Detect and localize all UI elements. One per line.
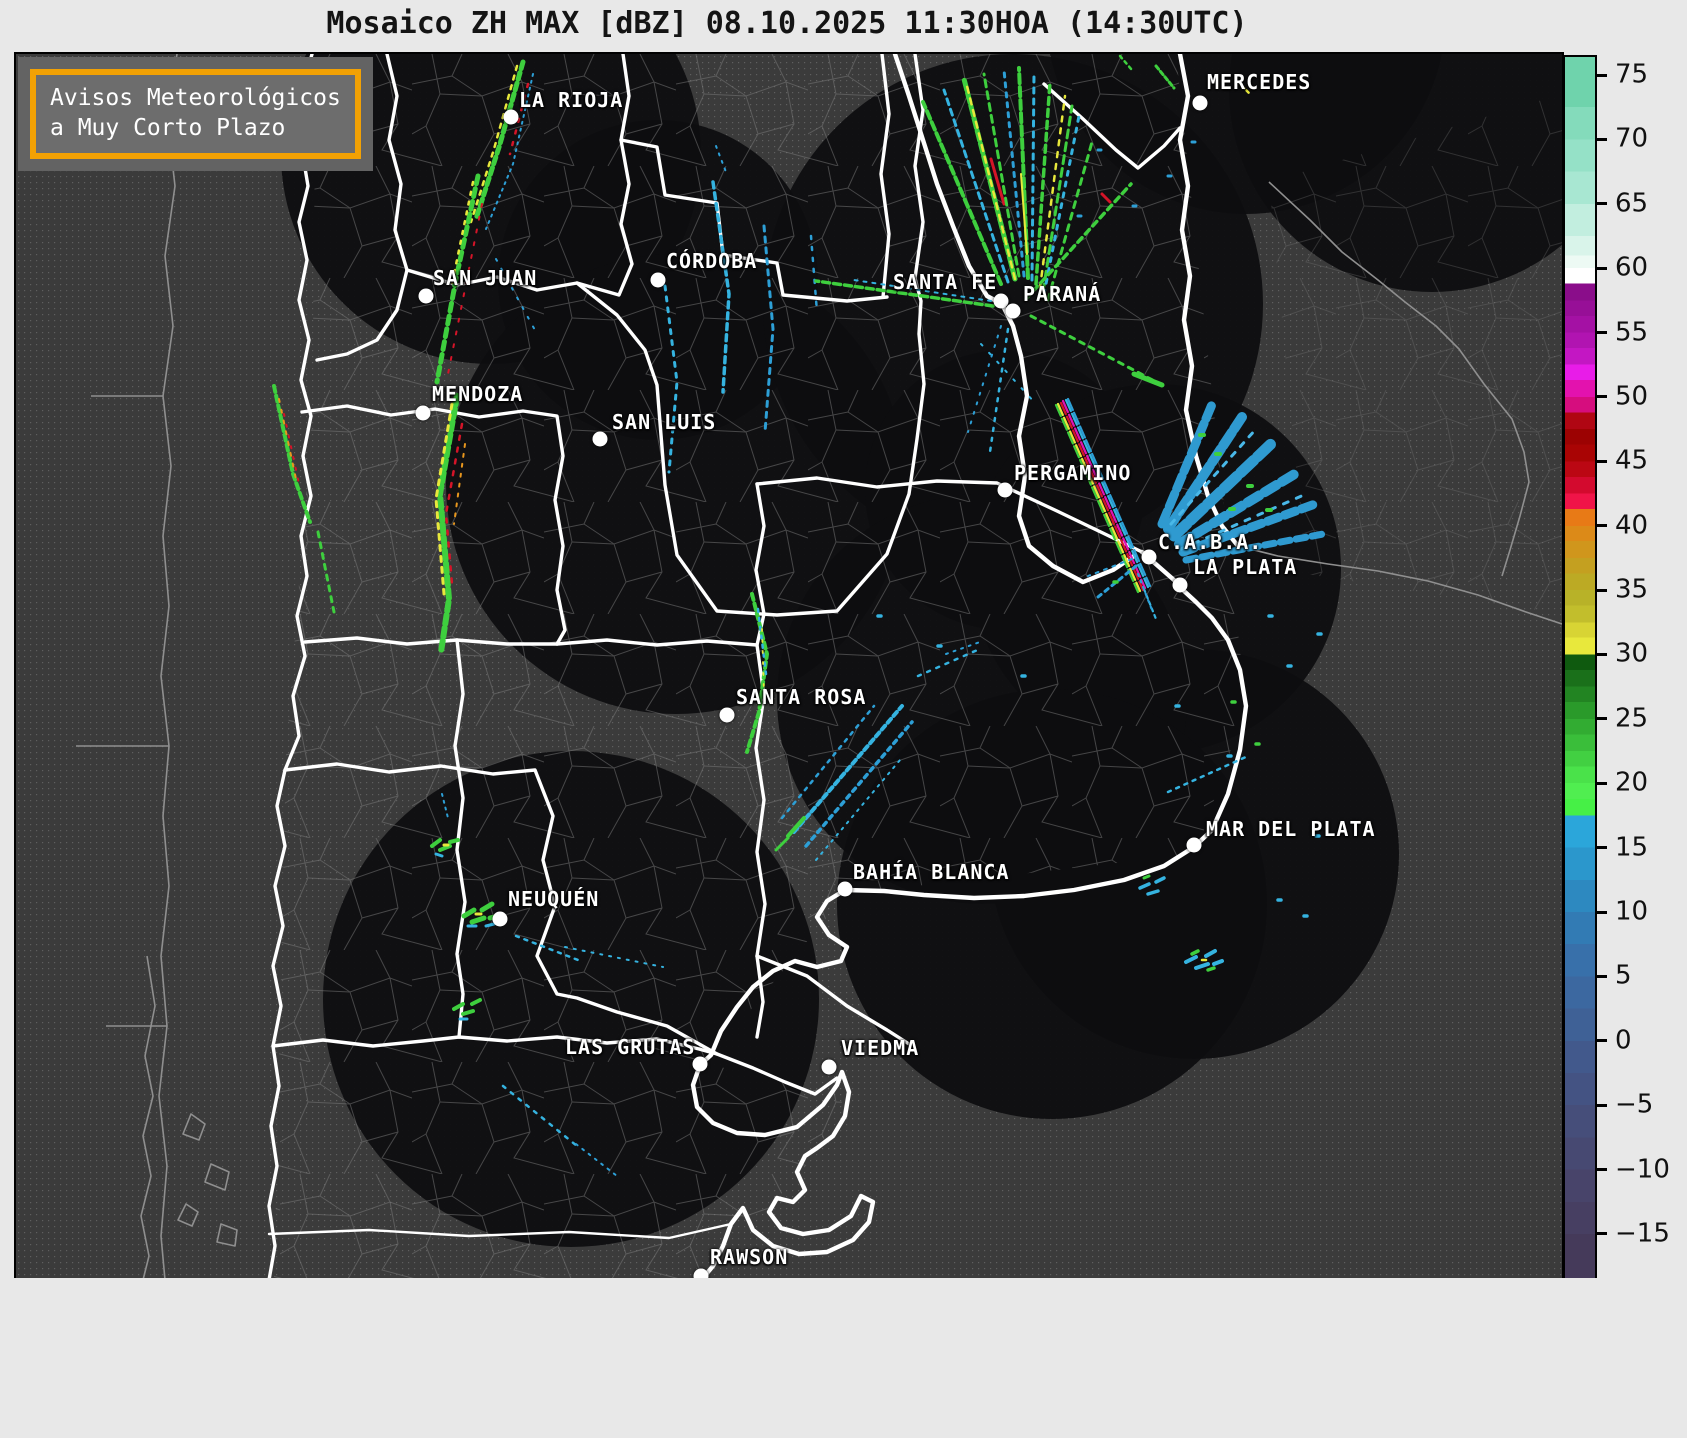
city-label-c-rdoba: CÓRDOBA	[666, 249, 758, 273]
footer-logos: Servicio Meteorológico Nacional Argentin…	[0, 1278, 1687, 1438]
colorbar-tick-70	[1597, 137, 1607, 141]
city-marker-c-a-b-a	[1141, 549, 1157, 565]
colorbar-tick-5	[1597, 974, 1607, 978]
city-marker-bah-a-blanca	[837, 881, 853, 897]
colorbar-label-25: 25	[1615, 703, 1649, 734]
city-marker-santa-rosa	[719, 707, 735, 723]
colorbar-label-30: 30	[1615, 638, 1649, 669]
city-marker-viedma	[821, 1059, 837, 1075]
city-label-san-juan: SAN JUAN	[433, 266, 538, 290]
city-label-neuqu-n: NEUQUÉN	[508, 887, 600, 911]
city-marker-san-juan	[418, 288, 434, 304]
colorbar-tick-20	[1597, 781, 1607, 785]
colorbar-label-5: 5	[1615, 960, 1632, 991]
colorbar-tick--10	[1597, 1168, 1607, 1172]
city-layer: LA RIOJA MERCEDES SAN JUAN CÓRDOBA SANTA FE P…	[16, 54, 1562, 1284]
colorbar-label--15: −15	[1615, 1218, 1670, 1249]
colorbar-tick--5	[1597, 1103, 1607, 1107]
city-label-paran: PARANÁ	[1023, 282, 1102, 306]
city-label-santa-fe: SANTA FE	[893, 270, 998, 294]
colorbar-label-40: 40	[1615, 510, 1649, 541]
colorbar-tick-45	[1597, 459, 1607, 463]
colorbar-tick-40	[1597, 524, 1607, 528]
city-marker-mercedes	[1192, 95, 1208, 111]
colorbar-tick-30	[1597, 652, 1607, 656]
colorbar-label-50: 50	[1615, 381, 1649, 412]
colorbar-label-60: 60	[1615, 252, 1649, 283]
colorbar-tick-25	[1597, 717, 1607, 721]
colorbar-tick-65	[1597, 202, 1607, 206]
colorbar-label--5: −5	[1615, 1089, 1654, 1120]
city-label-mar-del-plata: MAR DEL PLATA	[1206, 817, 1376, 841]
city-marker-pergamino	[997, 482, 1013, 498]
city-marker-paran	[1005, 303, 1021, 319]
radar-map: LA RIOJA MERCEDES SAN JUAN CÓRDOBA SANTA FE P…	[14, 52, 1564, 1284]
colorbar-label--10: −10	[1615, 1153, 1670, 1184]
warning-banner-frame: Avisos Meteorológicos a Muy Corto Plazo	[30, 69, 361, 159]
city-label-c-a-b-a: C.A.B.A.	[1158, 530, 1263, 554]
colorbar-tick-0	[1597, 1039, 1607, 1043]
radar-product-page: { "title": "Mosaico ZH MAX [dBZ] 08.10.2…	[0, 0, 1687, 1438]
colorbar-label-70: 70	[1615, 123, 1649, 154]
colorbar-tick-60	[1597, 266, 1607, 270]
city-label-rawson: RAWSON	[710, 1245, 789, 1269]
city-label-la-plata: LA PLATA	[1193, 555, 1298, 579]
colorbar-tick-15	[1597, 846, 1607, 850]
city-marker-neuqu-n	[492, 911, 508, 927]
city-marker-c-rdoba	[650, 272, 666, 288]
colorbar-label-15: 15	[1615, 832, 1649, 863]
colorbar-label-10: 10	[1615, 896, 1649, 927]
colorbar-label-0: 0	[1615, 1025, 1632, 1056]
colorbar-tick-75	[1597, 73, 1607, 77]
colorbar-tick-35	[1597, 588, 1607, 592]
city-label-viedma: VIEDMA	[841, 1036, 920, 1060]
colorbar-label-20: 20	[1615, 767, 1649, 798]
city-marker-la-plata	[1172, 577, 1188, 593]
colorbar-tick--15	[1597, 1232, 1607, 1236]
city-label-pergamino: PERGAMINO	[1014, 461, 1132, 485]
colorbar-label-45: 45	[1615, 445, 1649, 476]
colorbar-label-65: 65	[1615, 188, 1649, 219]
city-label-mendoza: MENDOZA	[432, 382, 524, 406]
city-label-la-rioja: LA RIOJA	[519, 88, 624, 112]
page-title: Mosaico ZH MAX [dBZ] 08.10.2025 11:30HOA…	[326, 6, 1248, 41]
city-label-bah-a-blanca: BAHÍA BLANCA	[853, 860, 1010, 884]
city-label-san-luis: SAN LUIS	[612, 410, 717, 434]
city-label-las-grutas: LAS GRUTAS	[565, 1035, 696, 1059]
colorbar-label-35: 35	[1615, 574, 1649, 605]
reflectivity-colorbar: 75 70 65 60 55 50 45 40 35 30 25 20 15 10 5 0 −5 −10 −15	[1563, 55, 1670, 1281]
city-marker-la-rioja	[503, 109, 519, 125]
colorbar-label-55: 55	[1615, 316, 1649, 347]
colorbar-tick-10	[1597, 910, 1607, 914]
colorbar-tick-55	[1597, 331, 1607, 335]
colorbar-tick-50	[1597, 395, 1607, 399]
city-marker-mar-del-plata	[1186, 837, 1202, 853]
warning-line-1: Avisos Meteorológicos	[50, 85, 341, 111]
colorbar-label-75: 75	[1615, 59, 1649, 90]
warning-banner[interactable]: Avisos Meteorológicos a Muy Corto Plazo	[18, 57, 373, 171]
city-marker-san-luis	[592, 431, 608, 447]
city-label-santa-rosa: SANTA ROSA	[736, 685, 867, 709]
warning-line-2: a Muy Corto Plazo	[50, 115, 286, 141]
city-marker-mendoza	[415, 405, 431, 421]
city-label-mercedes: MERCEDES	[1207, 70, 1312, 94]
